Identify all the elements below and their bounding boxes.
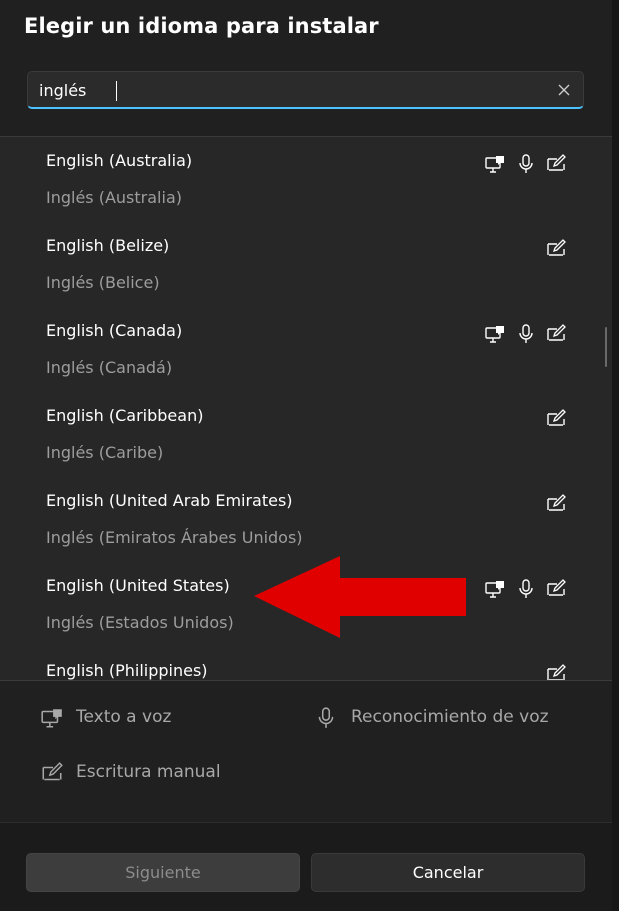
handwriting-icon	[545, 323, 567, 345]
handwriting-icon	[545, 238, 567, 260]
window-edge	[612, 0, 619, 911]
dialog-title: Elegir un idioma para instalar	[24, 14, 379, 38]
language-item-en-ca[interactable]: English (Canada) Inglés (Canadá)	[0, 307, 600, 392]
handwriting-icon	[545, 153, 567, 175]
language-name: English (Philippines)	[46, 661, 208, 680]
language-item-en-ph[interactable]: English (Philippines)	[0, 647, 600, 680]
handwriting-icon	[545, 663, 567, 680]
language-name: English (United Arab Emirates)	[46, 491, 293, 510]
text-to-speech-icon	[40, 706, 64, 730]
annotation-arrow-icon	[254, 556, 466, 638]
handwriting-icon	[545, 493, 567, 515]
close-icon[interactable]	[554, 80, 574, 100]
text-caret	[116, 81, 117, 101]
dialog-footer: Siguiente Cancelar	[0, 822, 612, 911]
cancel-button[interactable]: Cancelar	[311, 853, 585, 892]
text-to-speech-icon	[484, 323, 506, 345]
legend-divider	[0, 680, 612, 681]
language-native-name: Inglés (Belice)	[46, 273, 160, 292]
text-to-speech-icon	[484, 153, 506, 175]
language-native-name: Inglés (Estados Unidos)	[46, 613, 234, 632]
language-item-en-bz[interactable]: English (Belize) Inglés (Belice)	[0, 222, 600, 307]
language-native-name: Inglés (Caribe)	[46, 443, 164, 462]
legend-speech-recognition: Reconocimiento de voz	[351, 707, 549, 727]
legend-text-to-speech: Texto a voz	[76, 707, 172, 727]
language-item-en-ae[interactable]: English (United Arab Emirates) Inglés (E…	[0, 477, 600, 562]
language-native-name: Inglés (Australia)	[46, 188, 182, 207]
search-input[interactable]	[39, 78, 529, 102]
handwriting-icon	[40, 761, 64, 785]
handwriting-icon	[545, 408, 567, 430]
scrollbar-thumb[interactable]	[605, 327, 607, 367]
language-name: English (Belize)	[46, 236, 170, 255]
handwriting-icon	[545, 578, 567, 600]
language-name: English (United States)	[46, 576, 230, 595]
language-name: English (Caribbean)	[46, 406, 204, 425]
microphone-icon	[515, 323, 537, 345]
language-native-name: Inglés (Canadá)	[46, 358, 173, 377]
microphone-icon	[515, 578, 537, 600]
microphone-icon	[515, 153, 537, 175]
text-to-speech-icon	[484, 578, 506, 600]
search-box[interactable]	[27, 71, 584, 109]
legend-handwriting: Escritura manual	[76, 762, 221, 782]
language-item-en-au[interactable]: English (Australia) Inglés (Australia)	[0, 137, 600, 222]
language-name: English (Canada)	[46, 321, 183, 340]
microphone-icon	[314, 706, 338, 730]
next-button[interactable]: Siguiente	[26, 853, 300, 892]
language-item-en-cb[interactable]: English (Caribbean) Inglés (Caribe)	[0, 392, 600, 477]
language-name: English (Australia)	[46, 151, 193, 170]
language-native-name: Inglés (Emiratos Árabes Unidos)	[46, 528, 303, 547]
list-scrollbar[interactable]	[600, 137, 612, 680]
language-install-dialog: Elegir un idioma para instalar English (…	[0, 0, 619, 911]
